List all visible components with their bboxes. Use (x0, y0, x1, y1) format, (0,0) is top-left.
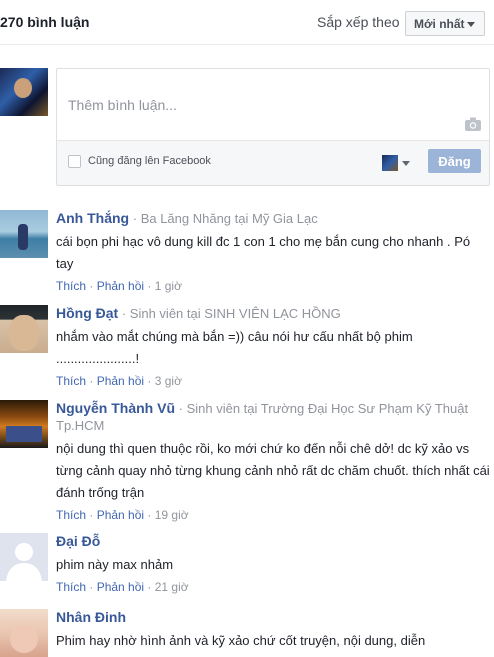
like-link[interactable]: Thích (56, 279, 86, 293)
composer-footer: Cũng đăng lên Facebook Đăng (57, 140, 489, 185)
sort-label: Sắp xếp theo (317, 14, 400, 30)
reply-link[interactable]: Phản hồi (97, 580, 144, 594)
reply-link[interactable]: Phản hồi (97, 508, 144, 522)
comment-text: Phim hay nhờ hình ảnh và kỹ xảo chứ cốt … (56, 633, 426, 648)
separator: · (132, 211, 141, 226)
chevron-down-icon[interactable] (402, 161, 410, 166)
current-user-avatar (0, 68, 48, 116)
default-avatar-icon (0, 533, 48, 581)
comment-time[interactable]: 3 giờ (155, 374, 182, 388)
avatar[interactable] (0, 305, 48, 353)
post-as-avatar[interactable] (382, 155, 398, 171)
like-link[interactable]: Thích (56, 580, 86, 594)
reply-link[interactable]: Phản hồi (97, 374, 144, 388)
comment-text: cái bọn phi hạc vô dung kill đc 1 con 1 … (56, 234, 471, 271)
avatar[interactable] (0, 533, 48, 581)
comment-input[interactable] (57, 69, 489, 140)
avatar[interactable] (0, 609, 48, 657)
comment-text: nội dung thì quen thuộc rồi, ko mới chứ … (56, 441, 490, 500)
sort-dropdown-value: Mới nhất (414, 16, 465, 31)
commenter-name[interactable]: Hồng Đạt (56, 305, 118, 321)
separator: · (178, 401, 187, 416)
header-divider (0, 44, 494, 45)
chevron-down-icon (467, 22, 475, 27)
avatar[interactable] (0, 400, 48, 448)
comment-time[interactable]: 21 giờ (155, 580, 189, 594)
comments-header: 270 bình luận Sắp xếp theo Mới nhất (0, 0, 494, 44)
comment-time[interactable]: 19 giờ (155, 508, 189, 522)
comment-composer: Cũng đăng lên Facebook Đăng (56, 68, 490, 186)
commenter-info[interactable]: Sinh viên tại SINH VIÊN LẠC HỒNG (130, 306, 341, 321)
comment-time[interactable]: 1 giờ (155, 279, 182, 293)
commenter-name[interactable]: Anh Thắng (56, 210, 129, 226)
comment-text: nhắm vào mắt chúng mà bắn =)) câu nói hư… (56, 329, 413, 366)
comment-count: 270 bình luận (0, 14, 90, 30)
post-button[interactable]: Đăng (428, 149, 481, 173)
commenter-name[interactable]: Đại Đỗ (56, 533, 100, 549)
avatar[interactable] (0, 210, 48, 258)
share-to-facebook-label: Cũng đăng lên Facebook (88, 155, 211, 167)
separator: · (121, 306, 130, 321)
reply-link[interactable]: Phản hồi (97, 279, 144, 293)
commenter-info[interactable]: Ba Lăng Nhăng tại Mỹ Gia Lạc (141, 211, 318, 226)
comment-text: phim này max nhảm (56, 557, 174, 572)
commenter-name[interactable]: Nhân Đinh (56, 609, 126, 625)
like-link[interactable]: Thích (56, 508, 86, 522)
commenter-name[interactable]: Nguyễn Thành Vũ (56, 400, 175, 416)
like-link[interactable]: Thích (56, 374, 86, 388)
sort-dropdown[interactable]: Mới nhất (405, 11, 485, 36)
camera-icon[interactable] (465, 117, 481, 131)
share-to-facebook-checkbox[interactable] (68, 155, 81, 168)
